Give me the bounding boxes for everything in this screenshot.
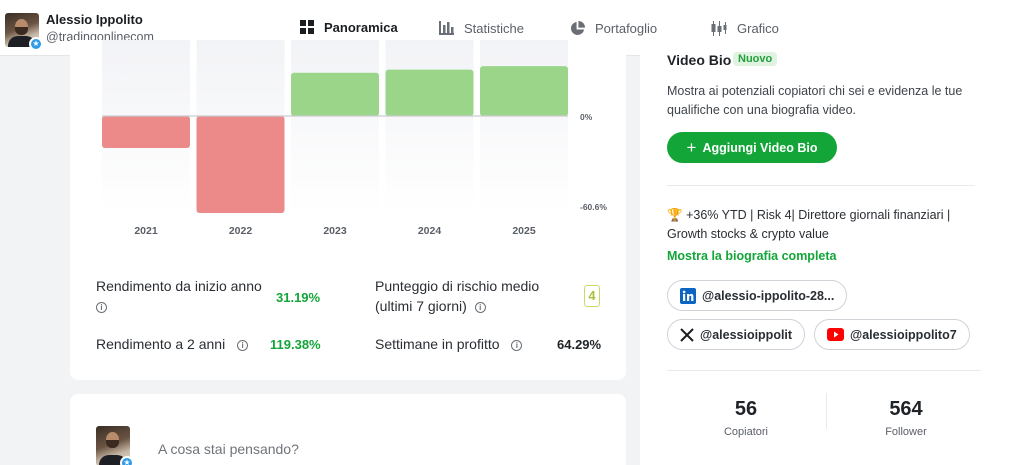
x-icon	[680, 327, 694, 342]
new-badge: Nuovo	[733, 52, 778, 66]
info-icon[interactable]: i	[96, 302, 107, 313]
y-tick-label: 0%	[580, 112, 593, 122]
post-input[interactable]: A cosa stai pensando?	[158, 441, 299, 457]
youtube-icon	[827, 328, 844, 341]
plus-icon: +	[686, 138, 697, 157]
avatar[interactable]: ★	[5, 13, 43, 51]
linkedin-label: @alessio-ippolito-28...	[702, 288, 835, 303]
divider	[667, 370, 981, 371]
bio-text-content: +36% YTD | Risk 4| Direttore giornali fi…	[667, 208, 951, 241]
x-tick-label: 2022	[229, 225, 253, 237]
performance-card: 2021 2022 2023 2024 2025 0% -60.6% Rendimento …	[70, 40, 626, 380]
chart-bar-2022[interactable]	[196, 116, 285, 213]
two-year-label-text: Rendimento a 2 anni	[96, 336, 226, 352]
risk-label-line2: (ultimi 7 giorni)	[375, 298, 467, 314]
tab-label: Statistiche	[464, 20, 524, 36]
ytd-value: 31.19%	[276, 290, 321, 305]
x-label: @alessioippolit	[700, 327, 793, 342]
two-year-value: 119.38%	[270, 337, 321, 352]
divider	[667, 185, 975, 186]
linkedin-link[interactable]: @alessio-ippolito-28...	[667, 280, 848, 311]
followers-label: Follower	[885, 426, 927, 438]
copiers-label: Copiatori	[723, 426, 769, 438]
add-video-bio-button[interactable]: + Aggiungi Video Bio	[667, 132, 837, 163]
info-icon[interactable]: i	[511, 340, 523, 351]
linkedin-icon	[680, 287, 696, 304]
youtube-label: @alessioippolito7	[850, 327, 957, 342]
risk-label-line1: Punteggio di rischio medio	[375, 278, 540, 294]
bar-chart-icon	[439, 21, 454, 35]
profile-name[interactable]: Alessio Ippolito	[46, 12, 143, 27]
youtube-link[interactable]: @alessioippolito7	[814, 319, 970, 350]
profit-weeks-label-text: Settimane in profitto	[375, 336, 500, 352]
tab-label: Grafico	[737, 20, 779, 36]
divider	[826, 393, 827, 429]
annual-returns-chart: 2021 2022 2023 2024 2025 0% -60.6%	[102, 40, 607, 237]
profit-weeks-value: 64.29%	[557, 337, 602, 352]
x-tick-label: 2021	[134, 225, 158, 237]
grid-icon	[300, 20, 314, 34]
x-link[interactable]: @alessioippolit	[667, 319, 806, 350]
video-bio-title: Video Bio	[667, 52, 732, 68]
x-tick-label: 2023	[323, 225, 347, 237]
ytd-label-text: Rendimento da inizio anno	[96, 278, 262, 294]
risk-score-badge: 4	[584, 285, 600, 307]
trophy-icon: 🏆	[667, 208, 683, 222]
risk-label: Punteggio di rischio medio (ultimi 7 gio…	[375, 276, 539, 316]
x-tick-label: 2024	[418, 225, 442, 237]
chart-bar-2025[interactable]	[480, 66, 568, 116]
pie-chart-icon	[571, 20, 585, 35]
copiers-count: 56	[734, 398, 758, 420]
info-icon[interactable]: i	[474, 302, 486, 313]
avatar[interactable]: ★	[96, 426, 134, 465]
chart-bar-2023[interactable]	[291, 72, 379, 116]
chart-column-bg	[480, 40, 568, 213]
tab-label: Portafoglio	[595, 20, 658, 36]
star-icon: ★	[29, 37, 43, 51]
candlestick-icon	[711, 20, 727, 36]
ytd-label: Rendimento da inizio anno i	[96, 276, 262, 316]
add-video-bio-label: Aggiungi Video Bio	[702, 140, 818, 155]
chart-bar-2024[interactable]	[385, 69, 474, 116]
bio-text: 🏆 +36% YTD | Risk 4| Direttore giornali …	[667, 206, 987, 244]
star-icon: ★	[120, 456, 134, 465]
followers-count: 564	[889, 398, 923, 420]
chart-bar-2021[interactable]	[102, 116, 190, 149]
profile-sidebar: Video Bio Nuovo Mostra ai potenziali cop…	[640, 40, 1024, 465]
chart-column-bg	[385, 40, 474, 213]
post-composer: ★ A cosa stai pensando?	[70, 394, 626, 465]
y-tick-label: -60.6%	[580, 202, 607, 212]
chart-column-bg	[291, 40, 379, 213]
info-icon[interactable]: i	[237, 340, 249, 351]
video-bio-description: Mostra ai potenziali copiatori chi sei e…	[667, 84, 963, 117]
x-tick-label: 2025	[512, 225, 536, 237]
show-full-bio-link[interactable]: Mostra la biografia completa	[667, 249, 836, 263]
profit-weeks-label: Settimane in profitto i	[375, 334, 523, 354]
two-year-label: Rendimento a 2 anni i	[96, 334, 249, 354]
tab-label: Panoramica	[324, 19, 398, 35]
